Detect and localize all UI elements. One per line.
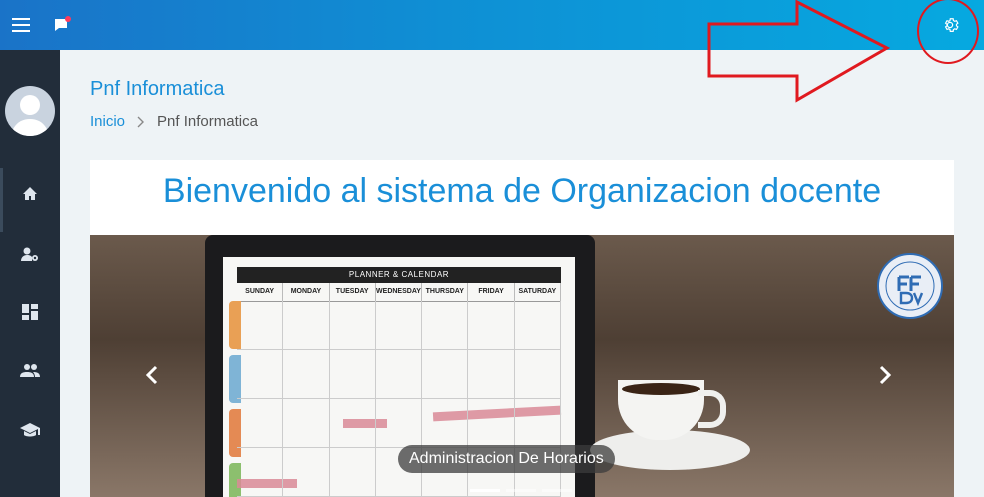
carousel-indicator[interactable]	[506, 489, 536, 492]
cup-handle-image	[698, 390, 726, 428]
carousel-indicator[interactable]	[470, 489, 500, 492]
carousel-caption: Administracion De Horarios	[398, 445, 615, 473]
carousel-indicators	[470, 489, 572, 492]
coffee-image	[622, 383, 700, 395]
planner-cell	[329, 301, 376, 350]
welcome-heading: Bienvenido al sistema de Organizacion do…	[162, 172, 882, 210]
user-settings-icon	[21, 247, 38, 261]
planner-cell	[237, 399, 284, 448]
planner-cell	[375, 399, 423, 448]
graduation-cap-icon	[20, 423, 40, 437]
planner-day: SATURDAY	[515, 283, 561, 301]
carousel-prev-button[interactable]	[140, 360, 164, 390]
breadcrumb-current: Pnf Informatica	[157, 113, 258, 130]
planner-cell	[468, 350, 515, 399]
chevron-left-icon	[145, 365, 158, 385]
planner-day: THURSDAY	[422, 283, 469, 301]
main-content: Pnf Informatica Inicio Pnf Informatica B…	[60, 50, 984, 497]
planner-day: MONDAY	[283, 283, 330, 301]
planner-day: WEDNESDAY	[376, 283, 423, 301]
planner-day: FRIDAY	[468, 283, 515, 301]
planner-cell	[329, 448, 376, 497]
planner-header: PLANNER & CALENDAR	[237, 267, 561, 283]
annotation-arrow	[707, 0, 891, 103]
planner-cell	[422, 399, 469, 448]
sidebar-item-group[interactable]	[0, 350, 60, 390]
carousel-next-button[interactable]	[873, 360, 897, 390]
planner-cell	[468, 301, 515, 350]
hamburger-menu-icon[interactable]	[9, 13, 33, 37]
group-icon	[20, 364, 40, 377]
sidebar-item-courses[interactable]	[0, 410, 60, 450]
breadcrumb: Inicio Pnf Informatica	[90, 113, 258, 130]
planner-cell	[375, 301, 423, 350]
chevron-right-icon	[137, 116, 145, 127]
planner-cell	[237, 350, 284, 399]
planner-day: TUESDAY	[330, 283, 376, 301]
home-icon	[23, 187, 37, 200]
annotation-circle	[917, 0, 979, 64]
planner-cell	[237, 448, 284, 497]
planner-cell	[283, 448, 330, 497]
planner-day: SUNDAY	[237, 283, 284, 301]
planner-cell	[468, 399, 515, 448]
seal-logo	[877, 253, 943, 319]
chat-notification-icon[interactable]	[50, 13, 74, 37]
page-title: Pnf Informatica	[90, 78, 225, 100]
avatar[interactable]	[5, 86, 55, 136]
planner-cell	[283, 399, 330, 448]
planner-cell	[329, 350, 376, 399]
sidebar-item-user-settings[interactable]	[0, 234, 60, 274]
sidebar	[0, 50, 60, 497]
planner-days-row: SUNDAY MONDAY TUESDAY WEDNESDAY THURSDAY…	[237, 283, 561, 302]
carousel-indicator[interactable]	[542, 489, 572, 492]
sidebar-item-dashboard[interactable]	[0, 292, 60, 332]
planner-cell	[514, 350, 561, 399]
image-carousel[interactable]: PLANNER & CALENDAR SUNDAY MONDAY TUESDAY…	[90, 235, 954, 497]
planner-cell	[514, 301, 561, 350]
planner-cell	[283, 350, 330, 399]
breadcrumb-home-link[interactable]: Inicio	[90, 113, 125, 130]
sidebar-item-home[interactable]	[0, 174, 60, 214]
planner-cell	[514, 399, 561, 448]
chevron-right-icon	[879, 365, 892, 385]
planner-cell	[375, 350, 423, 399]
planner-cell	[422, 301, 469, 350]
planner-cell	[329, 399, 376, 448]
planner-cell	[283, 301, 330, 350]
planner-cell	[422, 350, 469, 399]
dashboard-icon	[22, 304, 38, 320]
planner-cell	[237, 301, 284, 350]
welcome-card: Bienvenido al sistema de Organizacion do…	[90, 160, 954, 497]
